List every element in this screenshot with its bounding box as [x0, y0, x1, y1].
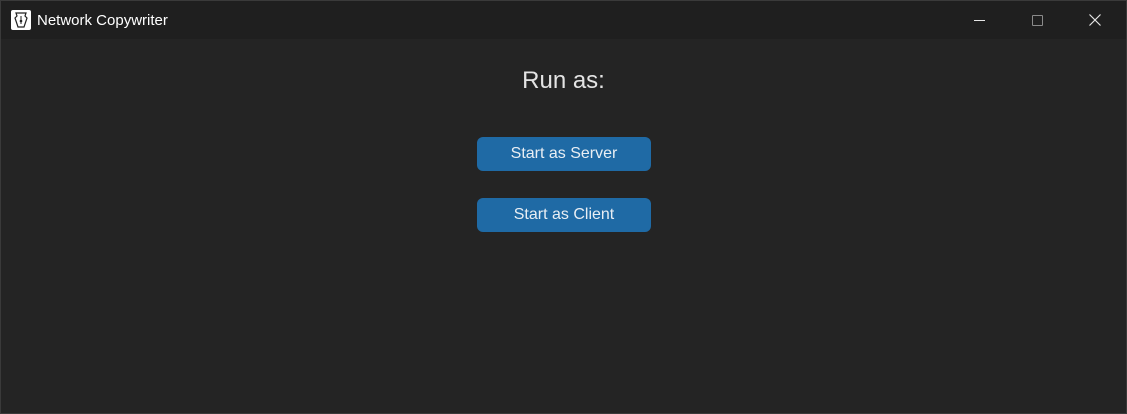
maximize-button[interactable] — [1008, 1, 1066, 39]
main-content: Run as: Start as Server Start as Client — [1, 39, 1126, 413]
title-bar[interactable]: Network Copywriter — [1, 1, 1126, 39]
minimize-button[interactable] — [950, 1, 1008, 39]
start-client-button[interactable]: Start as Client — [477, 198, 651, 232]
close-icon — [1089, 14, 1101, 26]
window-title: Network Copywriter — [37, 12, 168, 29]
app-icon — [11, 10, 31, 30]
maximize-icon — [1031, 14, 1043, 26]
app-window: Network Copywriter Run as: Start as Serv… — [0, 0, 1127, 414]
run-as-heading: Run as: — [522, 67, 605, 94]
start-server-button[interactable]: Start as Server — [477, 137, 651, 171]
close-button[interactable] — [1066, 1, 1124, 39]
minimize-icon — [973, 19, 985, 21]
